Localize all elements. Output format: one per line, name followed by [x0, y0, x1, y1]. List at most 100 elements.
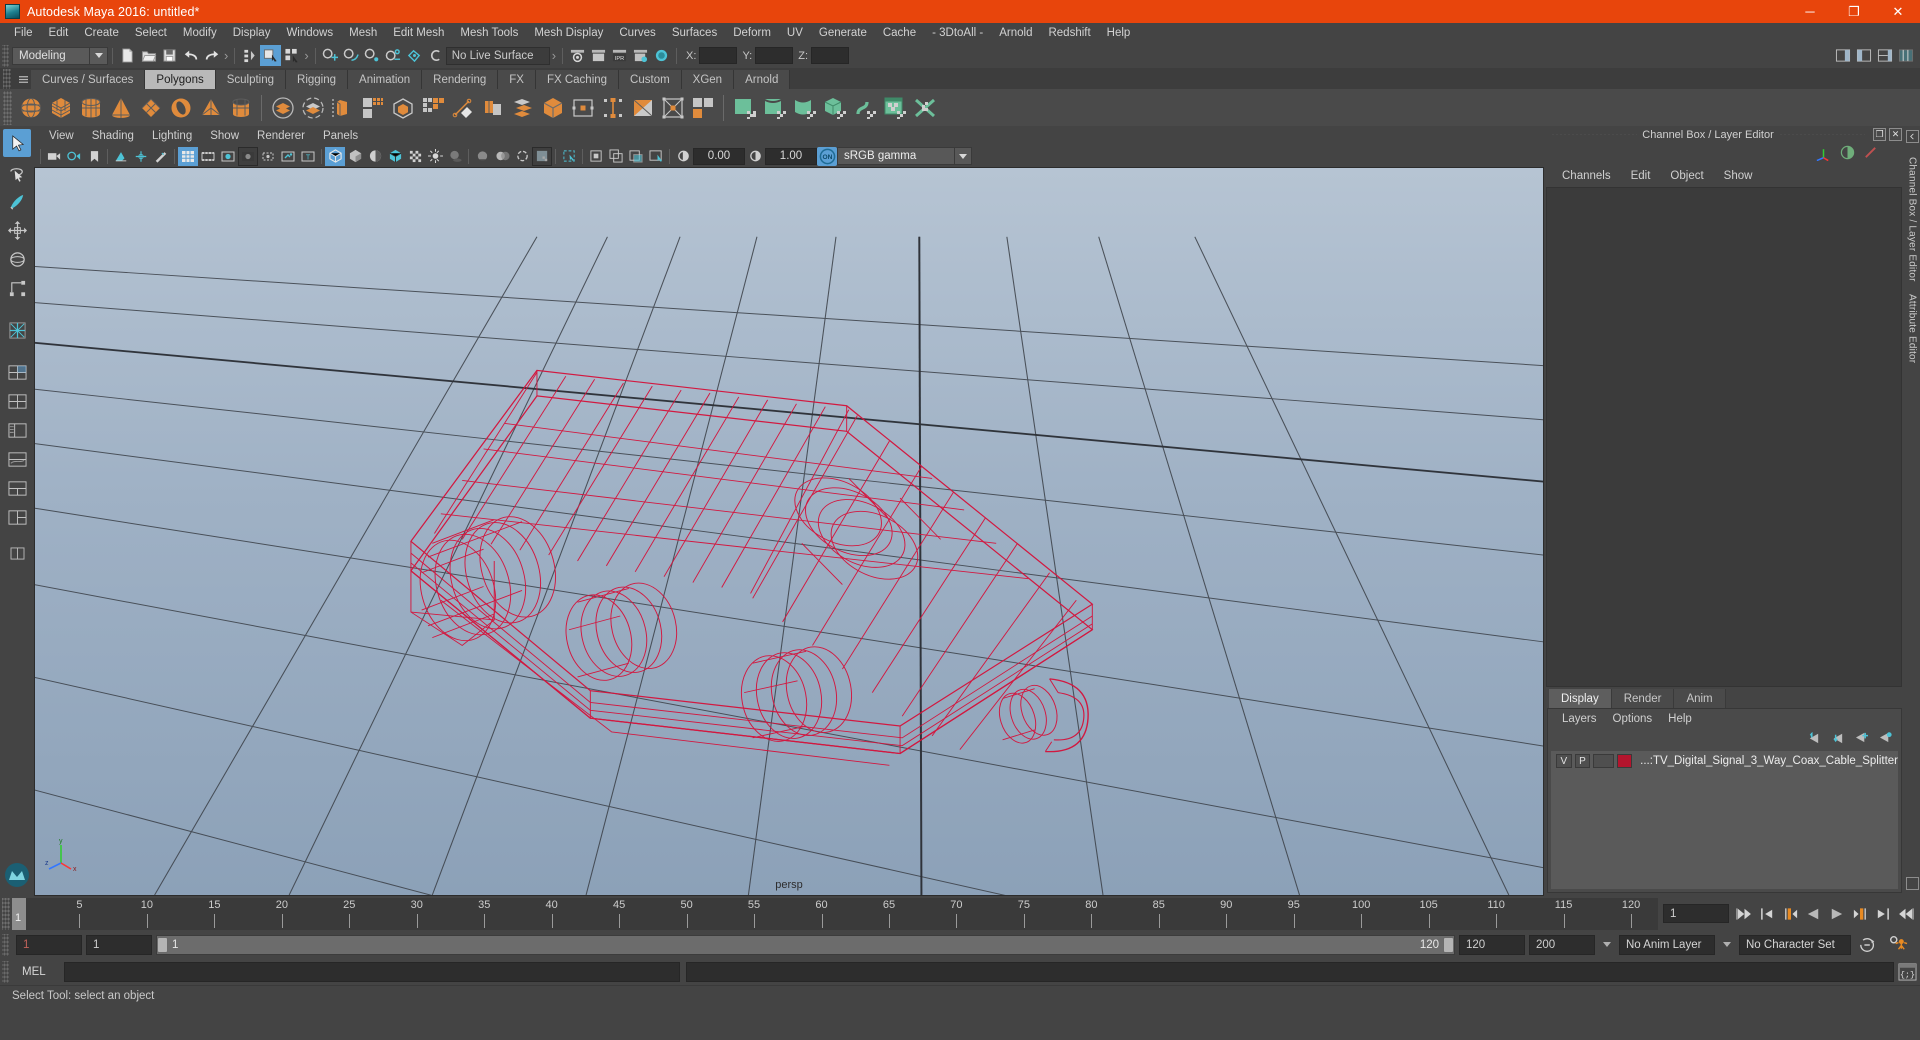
viewport-menu-view[interactable]: View [40, 129, 83, 143]
step-forward-frame-icon[interactable] [1849, 904, 1870, 924]
persp-graph-layout-icon[interactable] [3, 445, 31, 473]
viewport-menu-panels[interactable]: Panels [314, 129, 367, 143]
menu-item-windows[interactable]: Windows [278, 24, 341, 42]
menu-item-deform[interactable]: Deform [725, 24, 779, 42]
color-management-toggle-icon[interactable]: ON [817, 146, 837, 166]
viewport-menu-lighting[interactable]: Lighting [143, 129, 201, 143]
layer-color-swatch[interactable] [1616, 754, 1633, 768]
menu-item-3dtoall[interactable]: - 3DtoAll - [924, 24, 991, 42]
screen-space-ao-icon[interactable] [472, 147, 492, 166]
duplicate-view-icon[interactable] [606, 147, 626, 166]
layer-playback-toggle[interactable]: P [1574, 754, 1591, 768]
coord-x-field[interactable] [699, 47, 738, 64]
polygon-prism-icon[interactable] [226, 92, 255, 123]
statusline-grip[interactable] [2, 44, 9, 67]
multi-cut-icon[interactable] [448, 92, 477, 123]
undo-icon[interactable] [180, 45, 201, 66]
layer-tab-render[interactable]: Render [1611, 689, 1675, 708]
persp-view-layout-icon[interactable] [3, 358, 31, 386]
shelf-tab-xgen[interactable]: XGen [681, 70, 735, 89]
time-slider-track[interactable]: 1 5 10 15 20 25 30 35 40 45 50 55 60 65 70 75 80 85 90 95 1… [12, 897, 1658, 930]
menu-item-curves[interactable]: Curves [611, 24, 663, 42]
move-tool-icon[interactable] [3, 216, 31, 244]
smooth-icon[interactable] [388, 92, 417, 123]
uv-cylindrical-map-icon[interactable] [760, 92, 789, 123]
exposure-icon[interactable] [278, 147, 298, 166]
snap-to-point-icon[interactable] [362, 45, 383, 66]
ipr-render-icon[interactable]: IPR [609, 45, 630, 66]
panel-close-button[interactable]: ✕ [1889, 128, 1902, 141]
shadows-icon[interactable] [445, 147, 465, 166]
shelf-tab-fx-caching[interactable]: FX Caching [535, 70, 620, 89]
shelf-tab-fx[interactable]: FX [498, 70, 536, 89]
mirror-geometry-icon[interactable] [418, 92, 447, 123]
menu-item-mesh-display[interactable]: Mesh Display [526, 24, 611, 42]
character-set-field[interactable]: No Character Set [1739, 934, 1851, 955]
move-layer-up-icon[interactable] [1806, 731, 1821, 747]
statusline-collapse-1[interactable]: › [222, 48, 230, 63]
gate-mask-icon[interactable] [238, 146, 258, 166]
paint-select-tool-icon[interactable] [3, 187, 31, 215]
uv-unfold-icon[interactable] [850, 92, 879, 123]
polygon-plane-icon[interactable] [136, 92, 165, 123]
menu-item-edit[interactable]: Edit [41, 24, 77, 42]
target-weld-icon[interactable] [658, 92, 687, 123]
auto-keyframe-icon[interactable] [1855, 936, 1881, 954]
uv-automatic-map-icon[interactable] [820, 92, 849, 123]
panel-drag-handle-left[interactable] [1551, 134, 1638, 135]
uv-editor-icon[interactable] [880, 92, 909, 123]
table-row[interactable]: V P ...:TV_Digital_Signal_3_Way_Coax_Cable… [1551, 753, 1898, 769]
range-slider-left-handle[interactable] [157, 936, 168, 953]
menu-item-file[interactable]: File [6, 24, 41, 42]
layer-menu-options[interactable]: Options [1605, 712, 1661, 726]
polygon-torus-icon[interactable] [166, 92, 195, 123]
persp-outliner-layout-icon[interactable] [3, 416, 31, 444]
shelf-tab-rigging[interactable]: Rigging [286, 70, 349, 89]
snap-to-curve-icon[interactable] [341, 45, 362, 66]
command-language-label[interactable]: MEL [12, 966, 64, 978]
viewport-snapshot-icon[interactable] [626, 147, 646, 166]
film-gate-icon[interactable] [198, 147, 218, 166]
separate-icon[interactable] [358, 92, 387, 123]
menu-item-redshift[interactable]: Redshift [1040, 24, 1098, 42]
menu-item-generate[interactable]: Generate [811, 24, 875, 42]
show-hide-channel-box-icon[interactable] [1874, 45, 1895, 66]
animation-preferences-icon[interactable] [1885, 935, 1911, 954]
layer-menu-help[interactable]: Help [1660, 712, 1700, 726]
color-management-value[interactable]: sRGB gamma [837, 147, 955, 165]
time-slider-grip[interactable] [2, 897, 10, 930]
layer-visibility-toggle[interactable]: V [1556, 754, 1572, 768]
menu-item-uv[interactable]: UV [779, 24, 811, 42]
play-backwards-icon[interactable] [1803, 904, 1824, 924]
select-tool-icon[interactable] [3, 129, 31, 157]
channelbox-menu-object[interactable]: Object [1660, 169, 1713, 183]
open-scene-icon[interactable] [138, 45, 159, 66]
gamma-field[interactable]: 1.00 [765, 147, 817, 165]
single-perspective-icon[interactable] [6, 545, 28, 561]
close-button[interactable]: ✕ [1876, 0, 1920, 23]
channelbox-menu-show[interactable]: Show [1714, 169, 1763, 183]
test-resolution-icon[interactable]: T [298, 147, 318, 166]
shading-sphere-icon[interactable] [1840, 145, 1855, 163]
snap-to-projected-center-icon[interactable] [383, 45, 404, 66]
smooth-shade-selected-icon[interactable] [365, 147, 385, 166]
menu-item-modify[interactable]: Modify [175, 24, 225, 42]
grid-toggle-icon[interactable] [178, 146, 198, 166]
boolean-difference-icon[interactable] [298, 92, 327, 123]
manipulator-axis-icon[interactable] [1815, 145, 1832, 164]
layer-list[interactable]: V P ...:TV_Digital_Signal_3_Way_Coax_Cable… [1551, 751, 1898, 889]
motion-blur-icon[interactable] [492, 147, 512, 166]
redo-previous-render-icon[interactable] [588, 45, 609, 66]
menu-item-select[interactable]: Select [127, 24, 175, 42]
select-by-hierarchy-icon[interactable] [239, 45, 260, 66]
animation-end-field[interactable]: 200 [1529, 934, 1595, 955]
menu-item-edit-mesh[interactable]: Edit Mesh [385, 24, 452, 42]
film-origin-icon[interactable] [258, 147, 278, 166]
command-input-field[interactable] [64, 961, 680, 982]
viewport-menu-renderer[interactable]: Renderer [248, 129, 314, 143]
maximize-button[interactable]: ❐ [1832, 0, 1876, 23]
uv-spherical-map-icon[interactable] [790, 92, 819, 123]
menu-item-cache[interactable]: Cache [875, 24, 924, 42]
insert-edge-loop-icon[interactable] [598, 92, 627, 123]
range-slider-grip[interactable] [2, 933, 9, 956]
